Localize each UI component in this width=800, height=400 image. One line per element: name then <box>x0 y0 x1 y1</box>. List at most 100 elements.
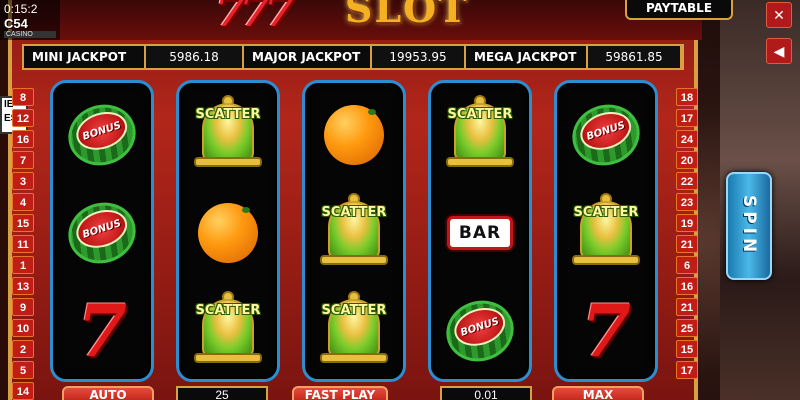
bonus-label: BONUS <box>81 217 123 241</box>
fast-play-button[interactable]: FAST PLAY <box>292 386 388 400</box>
reel-symbol <box>179 185 277 281</box>
slot-game-screen: 777 SLOT PAYTABLE ✕ ◀ 0:15:2 C54 CASINO … <box>0 0 800 400</box>
scatter-bell-icon: SCATTER <box>188 291 268 371</box>
scatter-bell-icon: SCATTER <box>440 95 520 175</box>
scatter-bell-icon: SCATTER <box>188 95 268 175</box>
clock-text: 0:15:2 <box>4 2 38 16</box>
sound-icon[interactable]: ◀ <box>766 38 792 64</box>
reel-4: SCATTER BAR BONUS <box>428 80 532 382</box>
bell-base <box>320 255 388 265</box>
bonus-label: BONUS <box>81 119 123 143</box>
reel-symbol: BAR <box>431 185 529 281</box>
watermelon-bonus-icon: BONUS <box>564 95 648 175</box>
watermelon-bonus-icon: BONUS <box>60 193 144 273</box>
reel-5: BONUS SCATTER 7 <box>554 80 658 382</box>
bell-base <box>446 157 514 167</box>
major-jackpot-value: 19953.95 <box>370 46 466 68</box>
payline-number: 18 <box>676 88 698 106</box>
reel-symbol: 7 <box>53 283 151 379</box>
seven-icon: 7 <box>76 288 128 373</box>
payline-number: 16 <box>12 130 34 148</box>
payline-number: 9 <box>12 298 34 316</box>
watermelon-bonus-icon: BONUS <box>60 95 144 175</box>
bonus-label: BONUS <box>585 119 627 143</box>
payline-number: 3 <box>12 172 34 190</box>
payline-number: 7 <box>12 151 34 169</box>
payline-number: 21 <box>676 235 698 253</box>
scatter-label: SCATTER <box>195 107 261 122</box>
watermelon-bonus-icon: BONUS <box>438 291 522 371</box>
bell-base <box>194 353 262 363</box>
payline-number: 19 <box>676 214 698 232</box>
right-line-numbers: 18 17 24 20 22 23 19 21 6 16 21 25 15 17 <box>676 88 698 382</box>
payline-number: 4 <box>12 193 34 211</box>
payline-number: 6 <box>676 256 698 274</box>
spin-label: SPIN <box>739 195 759 257</box>
spin-button[interactable]: SPIN <box>726 172 772 280</box>
logo-777: 777 <box>215 0 295 37</box>
bet-field[interactable]: 0.01 <box>440 386 532 400</box>
bonus-face: BONUS <box>71 203 133 255</box>
payline-number: 25 <box>676 319 698 337</box>
reel-symbol: SCATTER <box>179 283 277 379</box>
mega-jackpot-value: 59861.85 <box>586 46 682 68</box>
scatter-label: SCATTER <box>321 205 387 220</box>
lines-field[interactable]: 25 <box>176 386 268 400</box>
mega-jackpot-label: MEGA JACKPOT <box>474 50 577 64</box>
orange-icon <box>198 203 258 263</box>
reel-symbol: BONUS <box>53 87 151 183</box>
scatter-bell-icon: SCATTER <box>314 193 394 273</box>
scatter-label: SCATTER <box>195 303 261 318</box>
payline-number: 15 <box>676 340 698 358</box>
payline-number: 13 <box>12 277 34 295</box>
reel-1: BONUS BONUS 7 <box>50 80 154 382</box>
bar-icon: BAR <box>447 216 513 250</box>
status-overlay: 0:15:2 C54 CASINO <box>0 0 60 40</box>
payline-number: 10 <box>12 319 34 337</box>
payline-number: 5 <box>12 361 34 379</box>
reel-symbol: SCATTER <box>179 87 277 183</box>
reel-symbol: SCATTER <box>305 185 403 281</box>
payline-number: 22 <box>676 172 698 190</box>
reel-symbol: 7 <box>557 283 655 379</box>
brand-logo: C54 <box>4 16 28 31</box>
payline-number: 21 <box>676 298 698 316</box>
reel-symbol: SCATTER <box>557 185 655 281</box>
reel-symbol: SCATTER <box>305 283 403 379</box>
mini-jackpot-label: MINI JACKPOT <box>32 50 127 64</box>
orange-icon <box>324 105 384 165</box>
scatter-bell-icon: SCATTER <box>314 291 394 371</box>
left-line-numbers: 8 12 16 7 3 4 15 11 1 13 9 10 2 5 14 <box>12 88 34 400</box>
payline-number: 17 <box>676 109 698 127</box>
payline-number: 8 <box>12 88 34 106</box>
seven-icon: 7 <box>580 288 632 373</box>
close-icon[interactable]: ✕ <box>766 2 792 28</box>
reel-symbol: BONUS <box>557 87 655 183</box>
payline-number: 24 <box>676 130 698 148</box>
bell-base <box>320 353 388 363</box>
reel-symbol: BONUS <box>431 283 529 379</box>
payline-number: 16 <box>676 277 698 295</box>
payline-number: 1 <box>12 256 34 274</box>
reel-3: SCATTER SCATTER <box>302 80 406 382</box>
bell-base <box>194 157 262 167</box>
brand-subtitle: CASINO <box>4 31 56 38</box>
paytable-button[interactable]: PAYTABLE <box>625 0 733 20</box>
bell-base <box>572 255 640 265</box>
auto-button[interactable]: AUTO <box>62 386 154 400</box>
max-bet-button[interactable]: MAX <box>552 386 644 400</box>
bonus-face: BONUS <box>449 301 511 353</box>
reel-symbol: SCATTER <box>431 87 529 183</box>
bonus-face: BONUS <box>71 105 133 157</box>
payline-number: 11 <box>12 235 34 253</box>
major-jackpot-label: MAJOR JACKPOT <box>252 50 361 64</box>
payline-number: 14 <box>12 382 34 400</box>
payline-number: 17 <box>676 361 698 379</box>
reel-symbol: BONUS <box>53 185 151 281</box>
payline-number: 20 <box>676 151 698 169</box>
scatter-bell-icon: SCATTER <box>566 193 646 273</box>
mini-jackpot-value: 5986.18 <box>144 46 244 68</box>
reel-2: SCATTER SCATTER <box>176 80 280 382</box>
game-title: SLOT <box>345 0 469 31</box>
reel-symbol <box>305 87 403 183</box>
